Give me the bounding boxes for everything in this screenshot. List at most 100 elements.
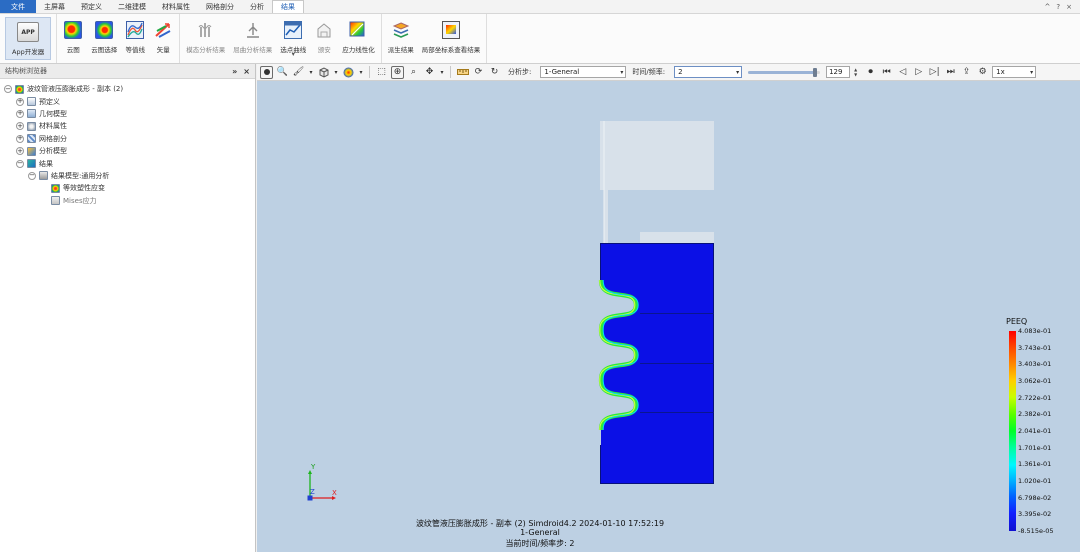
color-map-icon[interactable] <box>342 66 355 79</box>
collapse-icon[interactable]: − <box>16 159 24 168</box>
isoline-label: 等值线 <box>125 46 145 54</box>
axis-z-label: Z <box>310 488 315 496</box>
chevron-down-icon: ▾ <box>1030 68 1034 76</box>
tree-item-label: 预定义 <box>39 97 60 106</box>
point-curve-button[interactable]: 选点曲线 ▾ <box>276 16 310 61</box>
view-search-icon[interactable]: 🔍 <box>276 66 289 79</box>
select-pointer-icon[interactable]: ⬚ <box>375 66 388 79</box>
tree-item[interactable]: + 网格剖分 <box>4 133 255 145</box>
legend-tick-label: 3.395e-02 <box>1018 510 1052 519</box>
expand-icon[interactable]: + <box>16 147 24 156</box>
dock-panel-icon[interactable]: » <box>232 67 237 76</box>
point-curve-dropdown-icon[interactable]: ▾ <box>292 51 295 58</box>
frame-slider-handle[interactable] <box>813 67 818 77</box>
expand-icon[interactable]: + <box>16 109 24 118</box>
speed-select[interactable]: 1x ▾ <box>992 66 1037 78</box>
isoline-button[interactable]: 等值线 <box>121 16 149 61</box>
dropdown-arrow-icon[interactable]: ▾ <box>439 66 445 79</box>
buckling-result-button[interactable]: 屈曲分析结果 <box>229 16 276 61</box>
menu-tab-2d-modeling[interactable]: 二维建模 <box>110 0 154 13</box>
expand-icon[interactable]: + <box>16 122 24 131</box>
dropdown-arrow-icon[interactable]: ▾ <box>308 66 314 79</box>
tree-item[interactable]: + 几何模型 <box>4 108 255 120</box>
next-frame-icon[interactable]: ▷| <box>928 66 941 79</box>
time-frequency-select[interactable]: 2 ▾ <box>674 66 743 78</box>
collapse-ribbon-icon[interactable]: ^ <box>1045 3 1051 11</box>
geometry-icon <box>27 109 36 119</box>
fit-view-icon[interactable]: ⊕ <box>391 65 404 79</box>
probe-label: 颁安 <box>317 46 331 54</box>
tree-item[interactable]: 等效塑性应变 <box>4 182 255 194</box>
record-icon[interactable] <box>260 65 273 79</box>
modal-result-icon <box>197 21 215 39</box>
contour-select-button[interactable]: 云图选择 <box>87 16 121 61</box>
axis-y-label: Y <box>311 463 316 471</box>
vector-button[interactable]: 矢量 <box>149 16 177 61</box>
zoom-box-icon[interactable]: ⌕ <box>407 66 420 79</box>
frame-number-value: 129 <box>829 68 843 76</box>
legend-tick-label: 2.722e-01 <box>1018 393 1052 402</box>
close-icon[interactable]: × <box>1066 3 1072 11</box>
refresh-icon[interactable]: ⟳ <box>472 66 485 79</box>
expand-icon[interactable]: + <box>16 134 24 143</box>
close-panel-icon[interactable]: × <box>243 67 250 76</box>
brush-icon[interactable]: 🖌 <box>292 66 305 79</box>
last-frame-icon[interactable]: ⏭ <box>944 66 957 79</box>
play-icon[interactable]: ▷ <box>912 66 925 79</box>
reset-view-icon[interactable]: ↻ <box>488 66 501 79</box>
analysis-step-select[interactable]: 1-General ▾ <box>540 66 627 78</box>
modal-result-button[interactable]: 模态分析结果 <box>182 16 229 61</box>
expand-icon[interactable]: + <box>16 97 24 106</box>
menu-tab-predefine[interactable]: 预定义 <box>73 0 110 13</box>
frame-spinner[interactable]: ▲ ▼ <box>854 67 857 77</box>
app-developer-button[interactable]: APP App开发器 <box>5 17 52 60</box>
tree-item[interactable]: − 波纹管液压膨胀成形 - 副本 (2) <box>4 83 255 95</box>
dropdown-arrow-icon[interactable]: ▾ <box>333 66 339 79</box>
material-icon <box>27 121 36 131</box>
stress-linearization-button[interactable]: 应力线性化 <box>338 16 379 61</box>
derived-result-button[interactable]: 派生结果 <box>384 16 418 61</box>
contour-button[interactable]: 云图 <box>59 16 87 61</box>
menu-tab-results[interactable]: 结果 <box>272 0 304 13</box>
menu-tab-analysis[interactable]: 分析 <box>242 0 272 13</box>
axis-x-label: X <box>332 489 337 497</box>
frame-slider-fill <box>748 70 816 74</box>
legend-title: PEEQ <box>1006 317 1028 326</box>
record-animation-icon[interactable]: ⏺ <box>864 66 877 79</box>
probe-button[interactable]: 颁安 <box>310 16 338 61</box>
settings-icon[interactable]: ⚙ <box>976 66 989 79</box>
help-icon[interactable]: ? <box>1056 3 1060 11</box>
legend-tick-label: 3.062e-01 <box>1018 377 1052 385</box>
previous-frame-icon[interactable]: ◁ <box>896 66 909 79</box>
export-animation-icon[interactable]: ⇪ <box>960 66 973 79</box>
stress-linearization-label: 应力线性化 <box>342 46 375 54</box>
dropdown-arrow-icon[interactable]: ▾ <box>358 66 364 79</box>
probe-icon <box>315 21 333 39</box>
collapse-icon[interactable]: − <box>4 85 12 94</box>
menu-tab-file[interactable]: 文件 <box>0 0 36 13</box>
tree-item[interactable]: − 结果 <box>4 157 255 169</box>
frame-slider[interactable] <box>748 67 821 77</box>
rotate-icon[interactable]: ✥ <box>423 66 436 79</box>
first-frame-icon[interactable]: ⏮ <box>880 66 893 79</box>
local-coordinate-result-label: 局部坐标系查看结果 <box>421 46 481 54</box>
tree-item[interactable]: + 分析模型 <box>4 145 255 157</box>
menu-tab-material[interactable]: 材料属性 <box>154 0 198 13</box>
tree-item[interactable]: Mises应力 <box>4 195 255 207</box>
derived-result-label: 派生结果 <box>387 46 414 54</box>
contour-label: 云图 <box>66 46 80 54</box>
menu-tab-home[interactable]: 主屏幕 <box>36 0 73 13</box>
local-coordinate-result-button[interactable]: 局部坐标系查看结果 <box>418 16 485 61</box>
time-frequency-value: 2 <box>678 68 683 76</box>
collapse-icon[interactable]: − <box>28 171 36 180</box>
tree-item[interactable]: + 材料属性 <box>4 120 255 132</box>
cube-view-icon[interactable] <box>317 66 330 79</box>
menu-tab-mesh[interactable]: 网格剖分 <box>198 0 242 13</box>
current-frame-caption: 当前时间/频率步: 2 <box>505 539 575 548</box>
tree-item[interactable]: + 预定义 <box>4 95 255 107</box>
frame-number-input[interactable]: 129 <box>826 66 851 78</box>
ribbon-group-analysis-results: 模态分析结果 屈曲分析结果 选点曲线 ▾ 颁安 应力线性化 <box>180 14 382 63</box>
ruler-icon[interactable] <box>456 66 469 79</box>
spin-down-icon[interactable]: ▼ <box>854 72 857 77</box>
tree-item[interactable]: − 结果模型:通用分析 <box>4 170 255 182</box>
